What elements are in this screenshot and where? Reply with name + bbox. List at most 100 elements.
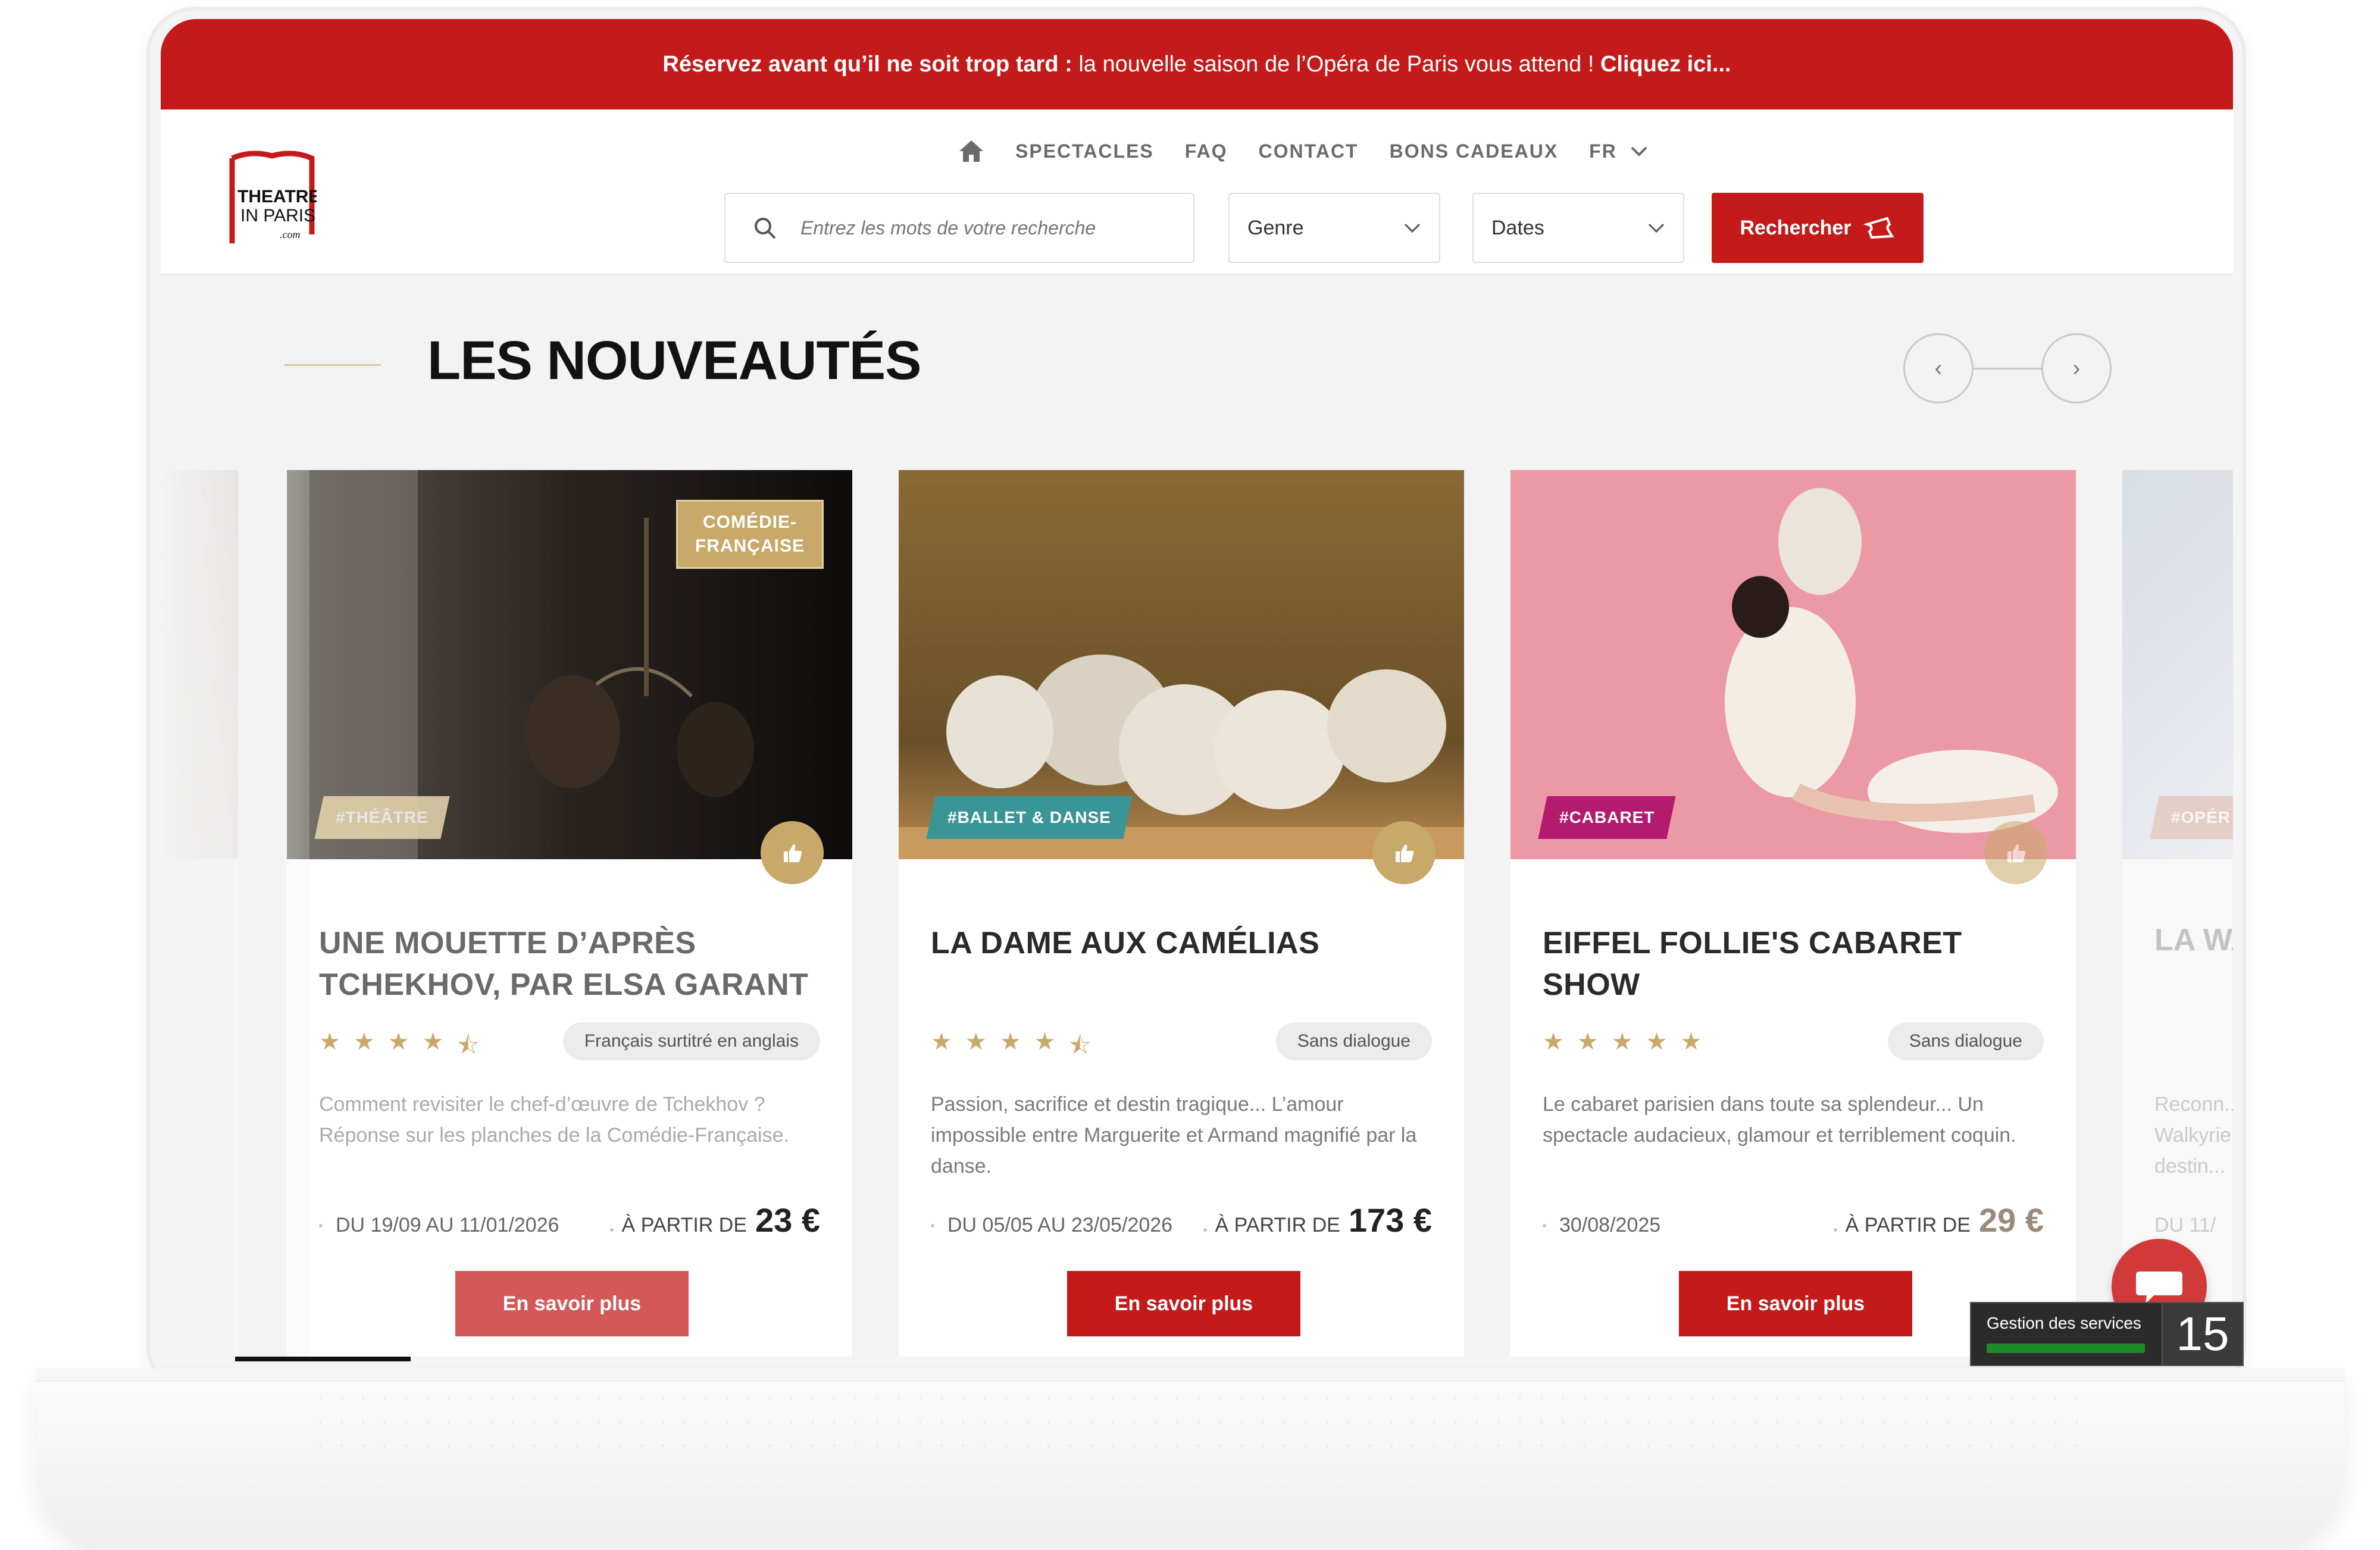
thumbs-up-icon <box>784 844 802 862</box>
slider-nav: ‹ › <box>1903 333 2112 405</box>
svg-text:THEATRE: THEATRE <box>237 187 317 206</box>
search-button-label: Rechercher <box>1740 216 1852 239</box>
language-pill: Sans dialogue <box>1887 1022 2044 1060</box>
show-dates: DU 19/09 AU 11/01/2026 <box>319 1214 559 1237</box>
browser-screen: Réservez avant qu’il ne soit trop tard :… <box>161 19 2233 1357</box>
dot-icon <box>1833 1228 1837 1232</box>
genre-tag: #OPÉR <box>2150 796 2233 839</box>
chevron-down-icon <box>1404 223 1421 233</box>
price-label: À PARTIR DE <box>1845 1214 1971 1236</box>
show-title[interactable]: UNE MOUETTE D’APRÈS TCHEKHOV, PAR ELSA G… <box>319 922 831 1006</box>
services-widget-label: Gestion des services <box>1987 1314 2141 1332</box>
star-icon: ★ <box>353 1029 375 1055</box>
home-icon[interactable] <box>958 139 984 163</box>
language-pill: Sans dialogue <box>1275 1022 1432 1060</box>
show-dates: 30/08/2025 <box>1543 1214 1660 1237</box>
more-info-button[interactable]: En savoir plus <box>1067 1271 1300 1336</box>
section-title: LES NOUVEAUTÉS <box>427 330 921 391</box>
nav-item-contact[interactable]: CONTACT <box>1259 140 1359 162</box>
star-icon: ★ <box>965 1029 987 1055</box>
chevron-down-icon <box>1648 223 1665 233</box>
chat-bubble-icon <box>2136 1272 2182 1304</box>
laptop-keyboard <box>309 1386 2083 1458</box>
genre-tag-text: #BALLET & DANSE <box>947 808 1111 826</box>
star-icon: ★ <box>319 1029 340 1055</box>
star-half-icon: ⯪ <box>1068 1032 1092 1059</box>
price-value: 23 € <box>755 1201 820 1239</box>
svg-text:IN PARIS: IN PARIS <box>240 206 315 226</box>
show-description: Comment revisiter le chef-d’œuvre de Tch… <box>319 1093 789 1147</box>
like-button[interactable] <box>1984 821 2047 884</box>
dot-icon <box>319 1223 323 1228</box>
banner-link[interactable]: Cliquez ici... <box>1600 52 1731 77</box>
dot-icon <box>1203 1228 1207 1232</box>
nav-item-faq[interactable]: FAQ <box>1185 140 1228 162</box>
price-label: À PARTIR DE <box>621 1214 747 1236</box>
genre-select-value: Genre <box>1247 216 1304 239</box>
nav-item-spectacles[interactable]: SPECTACLES <box>1015 140 1154 162</box>
show-dates-text: DU 05/05 AU 23/05/2026 <box>947 1214 1173 1236</box>
genre-tag[interactable]: #CABARET <box>1538 796 1677 839</box>
show-description: Passion, sacrifice et destin tragique...… <box>931 1093 1417 1178</box>
search-icon <box>755 218 776 239</box>
stage: Réservez avant qu’il ne soit trop tard :… <box>0 0 2380 1550</box>
star-icon: ★ <box>931 1029 952 1055</box>
logo-mark: THEATRE IN PARIS .com <box>229 151 320 243</box>
language-selector[interactable]: FR <box>1589 140 1648 162</box>
more-info-button[interactable]: En savoir plus <box>455 1271 689 1336</box>
chevron-right-icon: › <box>2072 355 2081 381</box>
star-icon: ★ <box>1680 1029 1702 1055</box>
language-label: FR <box>1589 140 1617 162</box>
more-info-button[interactable]: En savoir plus <box>1679 1271 1912 1336</box>
language-pill: Français surtitré en anglais <box>562 1022 820 1060</box>
genre-tag-text: #THÉÂTRE <box>336 808 429 826</box>
next-arrow-button[interactable]: › <box>2041 333 2112 403</box>
genre-tag[interactable]: #BALLET & DANSE <box>926 796 1133 839</box>
slider-line <box>1974 368 2043 370</box>
like-button[interactable] <box>1372 821 1435 884</box>
show-description: Le cabaret parisien dans toute sa splend… <box>1543 1093 2016 1147</box>
search-button[interactable]: Rechercher <box>1712 193 1924 263</box>
dot-icon <box>1543 1223 1546 1228</box>
genre-tag[interactable]: #THÉÂTRE <box>314 796 450 839</box>
promo-banner[interactable]: Réservez avant qu’il ne soit trop tard :… <box>161 19 2233 109</box>
show-dates: DU 05/05 AU 23/05/2026 <box>931 1214 1172 1237</box>
show-card: #CABARET EIFFEL FOLLIE'S CABARET SHOW ★ … <box>1510 470 2076 1357</box>
dot-icon <box>609 1228 614 1232</box>
services-count: 15 <box>2162 1303 2243 1365</box>
chevron-down-icon <box>1631 146 1647 156</box>
star-icon: ★ <box>1577 1029 1599 1055</box>
rating-stars: ★ ★ ★ ★ ⯪ <box>319 1028 479 1069</box>
banner-text: la nouvelle saison de l’Opéra de Paris v… <box>1072 51 1600 77</box>
star-icon: ★ <box>999 1029 1021 1055</box>
star-icon: ★ <box>422 1029 444 1055</box>
left-fade <box>161 436 309 1357</box>
dates-select[interactable]: Dates <box>1472 193 1684 263</box>
thumbs-up-icon <box>2007 844 2026 862</box>
nav-item-bons-cadeaux[interactable]: BONS CADEAUX <box>1390 140 1559 162</box>
show-title[interactable]: LA DAME AUX CAMÉLIAS <box>931 922 1443 964</box>
rating-stars: ★ ★ ★ ★ ★ <box>1543 1028 1702 1056</box>
banner-bold-text: Réservez avant qu’il ne soit trop tard : <box>662 51 1072 77</box>
genre-select[interactable]: Genre <box>1228 193 1440 263</box>
services-widget[interactable]: Gestion des services 15 <box>1970 1302 2244 1366</box>
search-input[interactable] <box>800 217 1158 239</box>
show-dates: DU 11/ <box>2154 1214 2216 1236</box>
svg-text:.com: .com <box>280 228 301 240</box>
prev-arrow-button[interactable]: ‹ <box>1903 333 1974 403</box>
star-half-icon: ⯪ <box>456 1032 480 1059</box>
main-nav: SPECTACLES FAQ CONTACT BONS CADEAUX FR <box>958 139 1648 163</box>
show-badge-text: COMÉDIE- FRANÇAISE <box>695 512 805 556</box>
star-icon: ★ <box>387 1029 409 1055</box>
like-button[interactable] <box>761 821 824 884</box>
site-logo[interactable]: THEATRE IN PARIS .com <box>227 145 320 246</box>
show-title: LA WA <box>2154 923 2233 957</box>
star-icon: ★ <box>1611 1029 1633 1055</box>
genre-tag-text: #OPÉR <box>2171 808 2231 826</box>
show-title[interactable]: EIFFEL FOLLIE'S CABARET SHOW <box>1543 922 2054 1006</box>
show-price: À PARTIR DE 29 € <box>1833 1201 2044 1239</box>
rating-stars: ★ ★ ★ ★ ⯪ <box>931 1028 1091 1069</box>
show-card: COMÉDIE- FRANÇAISE #THÉÂTRE UNE MOUETTE … <box>287 470 852 1357</box>
search-box <box>724 193 1194 263</box>
show-dates-text: 30/08/2025 <box>1559 1214 1661 1236</box>
